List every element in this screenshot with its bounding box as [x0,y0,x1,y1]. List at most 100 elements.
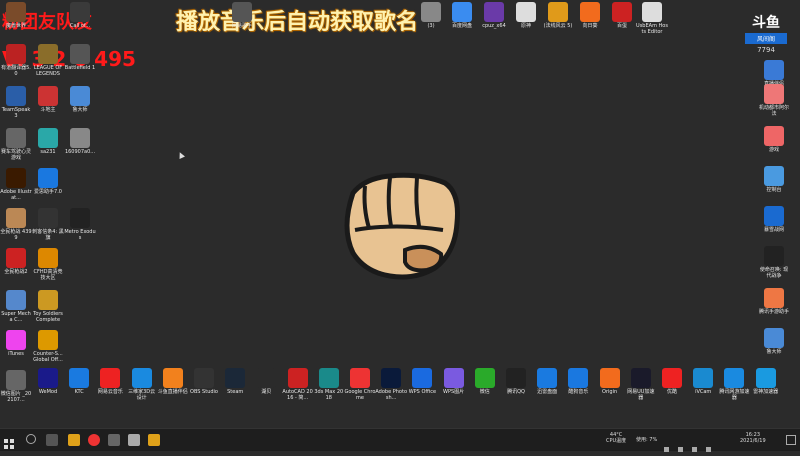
desktop-icon-label: 刺客信条4: 黑旗 [32,229,64,241]
logo-bottom-text: 风间阁 [745,33,787,44]
desktop-icon-bottom[interactable]: WeMod [32,368,64,395]
taskbar-app-icon[interactable] [128,434,140,446]
app-icon [516,2,536,22]
desktop-icon-bottom[interactable]: 网易UU加速器 [625,368,657,401]
windows-start-icon[interactable] [4,434,14,449]
desktop-icon-bottom[interactable]: 湖贝 [250,368,282,395]
desktop-icon-right[interactable]: 机动都市阿尔法 [758,84,790,117]
desktop-icon-left[interactable]: 鲁大师 [64,86,96,113]
tray-icons[interactable] [664,437,734,452]
chrome-taskbar-icon[interactable] [88,434,100,446]
app-icon [755,368,776,388]
desktop-icon-top[interactable]: 百度网盘 [446,2,478,29]
desktop-icon-top[interactable]: (法线风云 5) [542,2,574,29]
app-icon [38,44,58,64]
desktop-icon-left[interactable]: Super Mecha C... [0,290,32,323]
cpu-usage: 使用: 7% [636,437,658,443]
desktop-icon-label: Adobe Photosh... [375,389,408,401]
desktop-icon-right[interactable]: 控制台 [758,166,790,193]
desktop-icon-left[interactable]: Metro Exodus [64,208,96,241]
app-icon [630,368,651,388]
desktop-icon-label: 网易歌手 [231,23,252,29]
app-icon [764,166,784,186]
desktop-icon-left[interactable]: 160907a0... [64,128,96,155]
desktop-icon-bottom[interactable]: 雷神加速器 [750,368,782,395]
notification-icon[interactable] [786,435,796,445]
desktop-icon-label: 优酷 [666,389,677,395]
desktop-icon-left[interactable]: 刺客信条4: 黑旗 [32,208,64,241]
search-icon[interactable] [26,434,36,444]
desktop-icon-right[interactable]: 鲁大师 [758,328,790,355]
desktop-icon-bottom[interactable]: 斗鱼直播伴侣 [157,368,189,395]
desktop-icon-bottom[interactable]: Adobe Photosh... [375,368,407,401]
desktop-icon-left[interactable]: 有道翻译器5.0 [0,44,32,77]
desktop-icon-top[interactable]: cpuz_x64 [478,2,510,29]
taskbar-app-icon[interactable] [108,434,120,446]
desktop-icon-bottom[interactable]: 3ds Max 2018 [313,368,345,401]
desktop-icon-label: 鲁大师 [766,349,782,355]
desktop-icon-bottom[interactable]: Origin [594,368,626,395]
app-icon [506,368,526,388]
desktop-icon-right[interactable]: 直播伴侣 [758,60,790,87]
desktop-icon-top[interactable]: 向日葵 [574,2,606,29]
desktop-icon-bottom[interactable]: WPS图片 [438,368,470,395]
desktop-icon-bottom[interactable]: 腾讯QQ [500,368,532,395]
desktop-icon-bottom[interactable]: Steam [219,368,251,395]
desktop-icon-bottom[interactable]: 腾讯网游加速器 [718,368,750,401]
desktop-icon-left[interactable]: Call of... [64,2,96,29]
desktop-icon-label: cpuz_x64 [482,23,506,29]
desktop-icon-bottom[interactable]: KTC [63,368,95,395]
desktop-icon-left[interactable]: 全民枪战 4399 [0,208,32,241]
desktop-icon-bottom[interactable]: 优酷 [656,368,688,395]
app-icon [568,368,589,388]
desktop-icon-top[interactable]: 网易歌手 [226,2,258,29]
desktop-icon-label: 爱思助手7.0 [34,189,62,195]
app-icon [6,128,26,148]
desktop-icon-left[interactable]: 微信图片 _202107... [0,370,32,403]
desktop-icon-left[interactable]: Adobe Illustrat... [0,168,32,201]
desktop-icon-top[interactable]: 原神 [510,2,542,29]
desktop-icon-left[interactable]: sa231 [32,128,64,155]
desktop-icon-label: 全民枪战 4399 [0,229,32,241]
clock[interactable]: 16:23 2021/6/19 [740,432,766,444]
desktop-icon-label: Google Chrome [344,389,376,401]
desktop-icon-bottom[interactable]: Google Chrome [344,368,376,401]
desktop-icon-right[interactable]: 暴雪战网 [758,206,790,233]
desktop-icon-label: Super Mecha C... [1,311,31,323]
desktop-icon-top[interactable]: 百蛋 [606,2,638,29]
desktop-icon-bottom[interactable]: 三维家3D云设计 [126,368,158,401]
desktop-icon-left[interactable]: Counter-S... Global Off... [32,330,64,363]
desktop-icon-top[interactable]: UsbEAm Hosts Editor [636,2,668,35]
desktop-icon-left[interactable]: 赛车驾驶心灵游戏 [0,128,32,161]
app-icon [764,84,784,104]
task-view-icon[interactable] [46,434,58,446]
desktop-icon-left[interactable]: Toy Soldiers Complete [32,290,64,323]
desktop-icon-left[interactable]: CFHD高清竞技大区 [32,248,64,281]
desktop-icon-bottom[interactable]: WPS Office [406,368,438,395]
desktop-icon-left[interactable]: LEAGUE OF LEGENDS [32,44,64,77]
desktop-icon-bottom[interactable]: 迅雷盘面 [531,368,563,395]
desktop-icon-label: WeMod [38,389,58,395]
taskbar-app-icon[interactable] [68,434,80,446]
desktop-icon-bottom[interactable]: OBS Studio [188,368,220,395]
desktop-icon-left[interactable]: TeamSpeak 3 [0,86,32,119]
desktop-icon-bottom[interactable]: iVCam [687,368,719,395]
desktop-icon-right[interactable]: 腾讯手游助手 [758,288,790,315]
desktop-icon-bottom[interactable]: 微信 [469,368,501,395]
desktop-icon-top[interactable]: (3) [415,2,447,29]
desktop-icon-bottom[interactable]: 网易云音乐 [94,368,126,395]
desktop-icon-left[interactable]: 斗地主 [32,86,64,113]
desktop-icon-label: (法线风云 5) [543,23,573,29]
taskbar-app-icon[interactable] [148,434,160,446]
desktop-icon-right[interactable]: 游戏 [758,126,790,153]
desktop-icon-left[interactable]: Battlefield 1 [64,44,96,71]
desktop-icon-left[interactable]: 魔兽世界 [0,2,32,29]
desktop-icon-left[interactable]: 全民枪战2 [0,248,32,275]
desktop-icon-left[interactable]: iTunes [0,330,32,357]
desktop-icon-bottom[interactable]: 酷狗音乐 [562,368,594,395]
desktop-icon-left[interactable]: 爱思助手7.0 [32,168,64,195]
app-icon [6,168,26,188]
app-icon [256,368,277,388]
desktop-icon-bottom[interactable]: AutoCAD 2016 - 简... [282,368,314,401]
desktop-icon-right[interactable]: 使命召唤: 现代战争 [758,246,790,279]
